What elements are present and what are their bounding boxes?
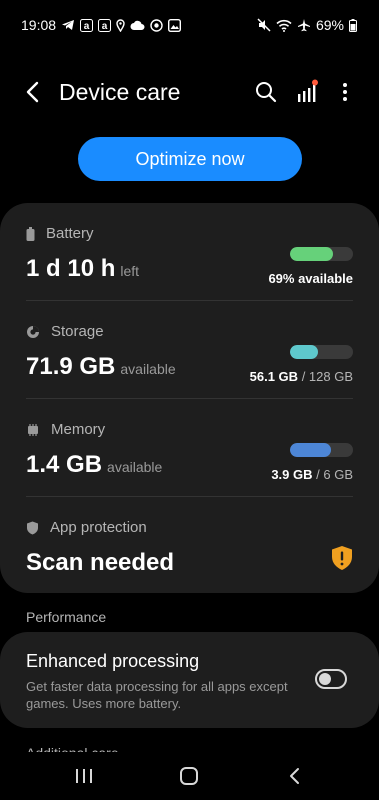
memory-detail: 3.9 GB / 6 GB	[271, 467, 353, 482]
back-nav-button[interactable]	[282, 764, 308, 788]
more-vert-icon	[343, 83, 347, 101]
enhanced-processing-description: Get faster data processing for all apps …	[26, 679, 288, 711]
location-icon	[116, 18, 125, 32]
app-protection-value: Scan needed	[26, 549, 174, 577]
app-protection-label: App protection	[50, 519, 147, 536]
device-status-card: Battery 1 d 10 h left 69% available Stor…	[0, 203, 379, 593]
page-title: Device care	[59, 79, 181, 105]
warning-shield-icon[interactable]	[331, 545, 353, 571]
home-button[interactable]	[176, 764, 202, 788]
optimize-now-button[interactable]: Optimize now	[78, 137, 302, 181]
storage-suffix: available	[120, 361, 176, 377]
enhanced-processing-toggle[interactable]	[315, 669, 347, 689]
enhanced-processing-title: Enhanced processing	[26, 651, 200, 671]
memory-used: 3.9 GB	[271, 467, 313, 482]
battery-level-bar	[290, 247, 353, 261]
memory-row[interactable]: Memory 1.4 GB available 3.9 GB / 6 GB	[26, 403, 353, 501]
memory-value: 1.4 GB available	[26, 451, 162, 479]
storage-level-bar	[290, 345, 353, 359]
battery-time-suffix: left	[120, 263, 140, 279]
status-right: 69%	[257, 17, 357, 33]
memory-label: Memory	[51, 421, 106, 438]
battery-time-left: 1 d 10 h	[26, 255, 116, 282]
svg-text:a: a	[84, 21, 90, 32]
app-bar: Device care	[0, 62, 379, 122]
status-bar: 19:08 a a 69%	[0, 0, 379, 50]
telegram-icon	[62, 20, 75, 30]
enhanced-processing-card[interactable]: Enhanced processing Get faster data proc…	[0, 632, 379, 728]
gallery-icon	[168, 18, 182, 32]
mute-icon	[257, 18, 271, 32]
storage-total: / 128 GB	[301, 369, 353, 384]
recent-apps-button[interactable]	[71, 764, 97, 788]
storage-label: Storage	[51, 323, 104, 340]
status-time: 19:08	[21, 17, 57, 33]
memory-total: / 6 GB	[316, 467, 353, 482]
memory-suffix: available	[107, 459, 163, 475]
more-options-button[interactable]	[332, 79, 358, 105]
memory-label-group: Memory	[26, 421, 105, 438]
divider	[26, 496, 353, 497]
back-icon	[26, 81, 39, 103]
storage-level-fill	[290, 345, 318, 359]
app-protection-label-group: App protection	[26, 519, 147, 536]
battery-row[interactable]: Battery 1 d 10 h left 69% available	[26, 207, 353, 305]
battery-level-fill	[290, 247, 334, 261]
shield-icon	[27, 521, 38, 534]
airplane-icon	[297, 19, 310, 32]
svg-text:a: a	[102, 21, 108, 32]
storage-icon	[27, 325, 39, 338]
storage-row[interactable]: Storage 71.9 GB available 56.1 GB / 128 …	[26, 305, 353, 403]
amazon-icon: a	[98, 18, 112, 32]
status-left: 19:08 a a	[21, 17, 182, 33]
signal-stats-icon	[298, 79, 318, 102]
search-icon	[256, 82, 277, 103]
memory-available: 1.4 GB	[26, 451, 103, 478]
toggle-knob	[319, 673, 331, 685]
battery-label: Battery	[46, 225, 94, 242]
app-protection-row[interactable]: App protection Scan needed	[26, 501, 353, 599]
storage-available: 71.9 GB	[26, 353, 116, 380]
recent-apps-icon	[76, 769, 92, 783]
memory-chip-icon	[28, 423, 38, 436]
amazon-icon: a	[80, 18, 94, 32]
storage-used: 56.1 GB	[249, 369, 299, 384]
battery-detail: 69% available	[268, 271, 353, 286]
home-icon	[180, 767, 198, 785]
divider	[26, 300, 353, 301]
app-protection-status: Scan needed	[26, 549, 175, 576]
back-nav-icon	[290, 768, 299, 784]
diagnostics-button[interactable]	[294, 79, 320, 105]
search-button[interactable]	[253, 79, 279, 105]
battery-percent: 69%	[315, 17, 344, 33]
battery-icon	[349, 18, 357, 32]
battery-value: 1 d 10 h left	[26, 255, 139, 283]
storage-detail: 56.1 GB / 128 GB	[250, 369, 353, 384]
wifi-icon	[276, 19, 292, 32]
memory-level-fill	[290, 443, 331, 457]
instagram-icon	[150, 18, 163, 32]
cloud-icon	[130, 20, 145, 30]
storage-value: 71.9 GB available	[26, 353, 176, 381]
back-button[interactable]	[22, 80, 44, 104]
memory-level-bar	[290, 443, 353, 457]
divider	[26, 398, 353, 399]
navigation-bar	[0, 752, 379, 800]
storage-label-group: Storage	[26, 323, 104, 340]
performance-section-header: Performance	[26, 609, 107, 625]
battery-label-group: Battery	[26, 225, 94, 242]
battery-icon	[26, 226, 35, 241]
